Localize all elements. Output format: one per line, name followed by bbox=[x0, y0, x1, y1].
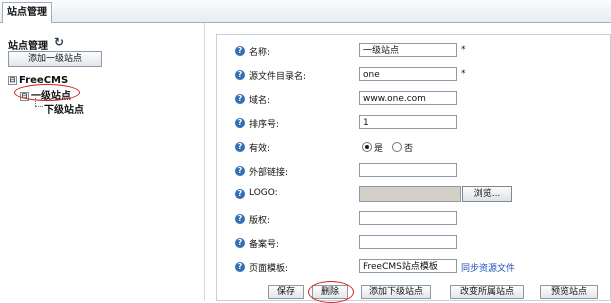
logo-file-field[interactable] bbox=[359, 186, 461, 202]
tab-site-management[interactable]: 站点管理 bbox=[2, 2, 52, 24]
highlight-circle bbox=[14, 84, 80, 101]
template-label: 页面模板: bbox=[249, 264, 289, 274]
help-icon[interactable]: ? bbox=[235, 189, 245, 199]
help-icon[interactable]: ? bbox=[235, 166, 245, 176]
row-icp: ? 备案号: bbox=[217, 235, 610, 251]
domain-input[interactable]: www.one.com bbox=[359, 91, 457, 105]
save-button[interactable]: 保存 bbox=[268, 285, 304, 299]
add-child-site-button[interactable]: 添加下级站点 bbox=[361, 285, 431, 299]
enabled-no-radio[interactable] bbox=[392, 142, 402, 152]
source-dir-input[interactable]: one bbox=[359, 67, 457, 81]
row-domain: ? 域名: www.one.com bbox=[217, 91, 610, 107]
name-input[interactable]: 一级站点 bbox=[359, 43, 457, 57]
add-top-site-button[interactable]: 添加一级站点 bbox=[8, 51, 102, 67]
tree-connector bbox=[35, 106, 43, 107]
enabled-yes-label: 是 bbox=[374, 144, 384, 154]
icp-input[interactable] bbox=[359, 235, 457, 249]
copyright-input[interactable] bbox=[359, 211, 457, 225]
tree-node-level1[interactable]: ⊟ 一级站点 bbox=[14, 84, 80, 102]
help-icon[interactable]: ? bbox=[235, 70, 245, 80]
row-enabled: ? 有效: 是 否 bbox=[217, 139, 610, 155]
row-source-dir: ? 源文件目录名: one * bbox=[217, 67, 610, 83]
sidebar: 站点管理 ↻ 添加一级站点 ⊟ FreeCMS ⊟ 一级站点 下级站点 bbox=[0, 23, 204, 301]
row-logo: ? LOGO: 浏览... bbox=[217, 186, 610, 202]
row-name: ? 名称: 一级站点 * bbox=[217, 43, 610, 59]
icp-label: 备案号: bbox=[249, 240, 280, 250]
preview-site-button[interactable]: 预览站点 bbox=[540, 285, 598, 299]
sync-resources-link[interactable]: 同步资源文件 bbox=[461, 261, 515, 274]
order-input[interactable]: 1 bbox=[359, 115, 457, 129]
enabled-yes-radio[interactable] bbox=[362, 142, 372, 152]
collapse-icon[interactable]: ⊟ bbox=[8, 75, 17, 85]
help-icon[interactable]: ? bbox=[235, 214, 245, 224]
row-copyright: ? 版权: bbox=[217, 211, 610, 227]
help-icon[interactable]: ? bbox=[235, 118, 245, 128]
external-link-label: 外部链接: bbox=[249, 168, 289, 178]
row-template: ? 页面模板: FreeCMS站点模板 同步资源文件 bbox=[217, 259, 610, 275]
enabled-no-label: 否 bbox=[404, 144, 414, 154]
change-parent-site-button[interactable]: 改变所属站点 bbox=[450, 285, 524, 299]
copyright-label: 版权: bbox=[249, 216, 271, 226]
external-link-input[interactable] bbox=[359, 163, 457, 177]
template-input[interactable]: FreeCMS站点模板 bbox=[359, 259, 457, 273]
tree-connector bbox=[35, 98, 36, 106]
browse-button[interactable]: 浏览... bbox=[462, 186, 512, 202]
site-form-panel: ? 名称: 一级站点 * ? 源文件目录名: one * ? 域名: www.o… bbox=[216, 34, 611, 303]
order-label: 排序号: bbox=[249, 120, 280, 130]
highlight-circle bbox=[308, 281, 354, 303]
help-icon[interactable]: ? bbox=[235, 238, 245, 248]
panel-divider bbox=[204, 23, 205, 301]
tree-node-level2[interactable]: 下级站点 bbox=[44, 101, 84, 116]
required-mark: * bbox=[461, 45, 466, 55]
sidebar-title: 站点管理 bbox=[8, 41, 48, 52]
help-icon[interactable]: ? bbox=[235, 94, 245, 104]
help-icon[interactable]: ? bbox=[235, 46, 245, 56]
help-icon[interactable]: ? bbox=[235, 262, 245, 272]
enabled-label: 有效: bbox=[249, 144, 271, 154]
help-icon[interactable]: ? bbox=[235, 142, 245, 152]
logo-label: LOGO: bbox=[249, 188, 278, 198]
source-dir-label: 源文件目录名: bbox=[249, 72, 307, 82]
name-label: 名称: bbox=[249, 48, 271, 58]
tab-bar: 站点管理 bbox=[0, 0, 611, 24]
refresh-icon[interactable]: ↻ bbox=[54, 35, 64, 49]
domain-label: 域名: bbox=[249, 96, 271, 106]
row-order: ? 排序号: 1 bbox=[217, 115, 610, 131]
row-external-link: ? 外部链接: bbox=[217, 163, 610, 179]
required-mark: * bbox=[461, 69, 466, 79]
